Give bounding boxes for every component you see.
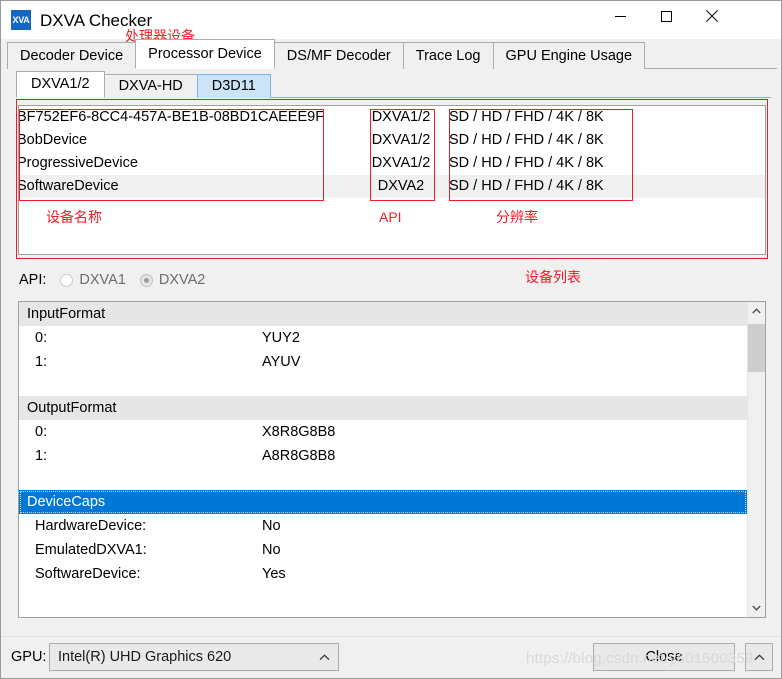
list-item[interactable]: EmulatedDXVA1: No	[19, 538, 747, 562]
main-tab-strip: Decoder Device Processor Device DS/MF De…	[7, 39, 777, 69]
property-value: No	[262, 518, 281, 534]
list-item[interactable]: 1: AYUV	[19, 350, 747, 374]
device-name-cell: ProgressiveDevice	[18, 155, 138, 171]
radio-dxva2[interactable]	[139, 273, 153, 287]
table-row[interactable]: BobDevice DXVA1/2 SD / HD / FHD / 4K / 8…	[19, 129, 765, 152]
dxva-checker-window: XVA DXVA Checker Decoder Device Processo…	[0, 0, 782, 679]
title-bar: XVA DXVA Checker	[1, 1, 781, 39]
annotation-device-name: 设备名称	[46, 209, 102, 225]
device-resolution-cell: SD / HD / FHD / 4K / 8K	[449, 109, 604, 125]
device-list[interactable]: BF752EF6-8CC4-457A-BE1B-08BD1CAEEE9F DXV…	[18, 105, 766, 255]
chevron-up-icon	[752, 308, 761, 314]
device-resolution-cell: SD / HD / FHD / 4K / 8K	[449, 155, 604, 171]
vertical-scrollbar[interactable]	[747, 302, 765, 617]
gpu-label: GPU:	[11, 649, 47, 665]
maximize-icon	[660, 10, 672, 22]
device-name-cell: BobDevice	[18, 132, 88, 148]
list-item[interactable]: SoftwareDevice: Yes	[19, 562, 747, 586]
sub-tab-strip: DXVA1/2 DXVA-HD D3D11	[16, 71, 771, 98]
device-resolution-cell: SD / HD / FHD / 4K / 8K	[449, 178, 604, 194]
radio-dxva1-label: DXVA1	[79, 272, 126, 288]
device-api-cell: DXVA1/2	[371, 109, 431, 125]
property-key: HardwareDevice:	[35, 518, 147, 534]
table-row-selected[interactable]: SoftwareDevice DXVA2 SD / HD / FHD / 4K …	[19, 175, 765, 198]
property-value: Yes	[262, 566, 286, 582]
expand-button[interactable]	[745, 643, 773, 671]
device-name-cell: BF752EF6-8CC4-457A-BE1B-08BD1CAEEE9F	[18, 109, 323, 125]
device-resolution-cell: SD / HD / FHD / 4K / 8K	[449, 132, 604, 148]
tab-decoder-device[interactable]: Decoder Device	[7, 42, 137, 69]
scroll-down-button[interactable]	[748, 599, 765, 617]
table-row[interactable]: BF752EF6-8CC4-457A-BE1B-08BD1CAEEE9F DXV…	[19, 106, 765, 129]
tab-processor-device[interactable]: Processor Device	[135, 39, 275, 69]
list-item[interactable]: 0: YUY2	[19, 326, 747, 350]
list-item[interactable]: HardwareDevice: No	[19, 514, 747, 538]
property-value: No	[262, 542, 281, 558]
tab-trace-log[interactable]: Trace Log	[402, 42, 494, 69]
property-key: EmulatedDXVA1:	[35, 542, 147, 558]
property-value: X8R8G8B8	[262, 424, 336, 440]
api-selector: API: DXVA1 DXVA2	[19, 270, 205, 290]
tab-dxva1-2[interactable]: DXVA1/2	[16, 71, 105, 98]
bottom-bar: GPU: Intel(R) UHD Graphics 620 Close	[1, 636, 781, 678]
radio-dxva2-label: DXVA2	[158, 272, 206, 288]
chevron-down-icon	[752, 605, 761, 611]
chevron-up-icon	[319, 644, 330, 670]
tab-gpu-engine-usage[interactable]: GPU Engine Usage	[492, 42, 646, 69]
group-header-outputformat[interactable]: OutputFormat	[19, 396, 747, 420]
device-api-cell: DXVA1/2	[371, 155, 431, 171]
property-value: YUY2	[262, 330, 300, 346]
close-icon	[706, 10, 718, 22]
minimize-icon	[614, 15, 626, 17]
property-key: 1:	[35, 354, 48, 370]
radio-dxva1[interactable]	[60, 273, 74, 287]
api-label: API:	[19, 272, 47, 288]
device-name-cell: SoftwareDevice	[18, 178, 119, 194]
table-row[interactable]: ProgressiveDevice DXVA1/2 SD / HD / FHD …	[19, 152, 765, 175]
group-header-devicecaps[interactable]: DeviceCaps	[19, 490, 747, 514]
gpu-dropdown[interactable]: Intel(R) UHD Graphics 620	[49, 643, 339, 671]
property-key: 1:	[35, 448, 48, 464]
list-item[interactable]: 1: A8R8G8B8	[19, 444, 747, 468]
scroll-up-button[interactable]	[748, 302, 765, 320]
group-header-inputformat[interactable]: InputFormat	[19, 302, 747, 326]
tab-ds-mf-decoder[interactable]: DS/MF Decoder	[273, 42, 404, 69]
close-window-button[interactable]	[689, 1, 735, 31]
scrollbar-thumb[interactable]	[748, 324, 765, 372]
annotation-device-list: 设备列表	[525, 269, 581, 285]
device-api-cell: DXVA2	[377, 178, 425, 194]
annotation-api: API	[379, 209, 402, 225]
annotation-resolution: 分辨率	[496, 209, 538, 225]
property-list[interactable]: InputFormat 0: YUY2 1: AYUV OutputFormat…	[18, 301, 766, 618]
chevron-up-icon	[754, 653, 764, 660]
app-icon: XVA	[11, 10, 31, 30]
minimize-button[interactable]	[597, 1, 643, 31]
property-key: 0:	[35, 330, 48, 346]
property-value: A8R8G8B8	[262, 448, 336, 464]
property-list-content: InputFormat 0: YUY2 1: AYUV OutputFormat…	[19, 302, 747, 617]
tab-dxva-hd[interactable]: DXVA-HD	[103, 74, 198, 98]
device-api-cell: DXVA1/2	[371, 132, 431, 148]
gpu-dropdown-value: Intel(R) UHD Graphics 620	[58, 649, 232, 665]
close-button[interactable]: Close	[593, 643, 735, 671]
property-key: 0:	[35, 424, 48, 440]
property-value: AYUV	[262, 354, 301, 370]
tab-d3d11[interactable]: D3D11	[196, 74, 271, 98]
maximize-button[interactable]	[643, 1, 689, 31]
list-item[interactable]: 0: X8R8G8B8	[19, 420, 747, 444]
property-key: SoftwareDevice:	[35, 566, 141, 582]
